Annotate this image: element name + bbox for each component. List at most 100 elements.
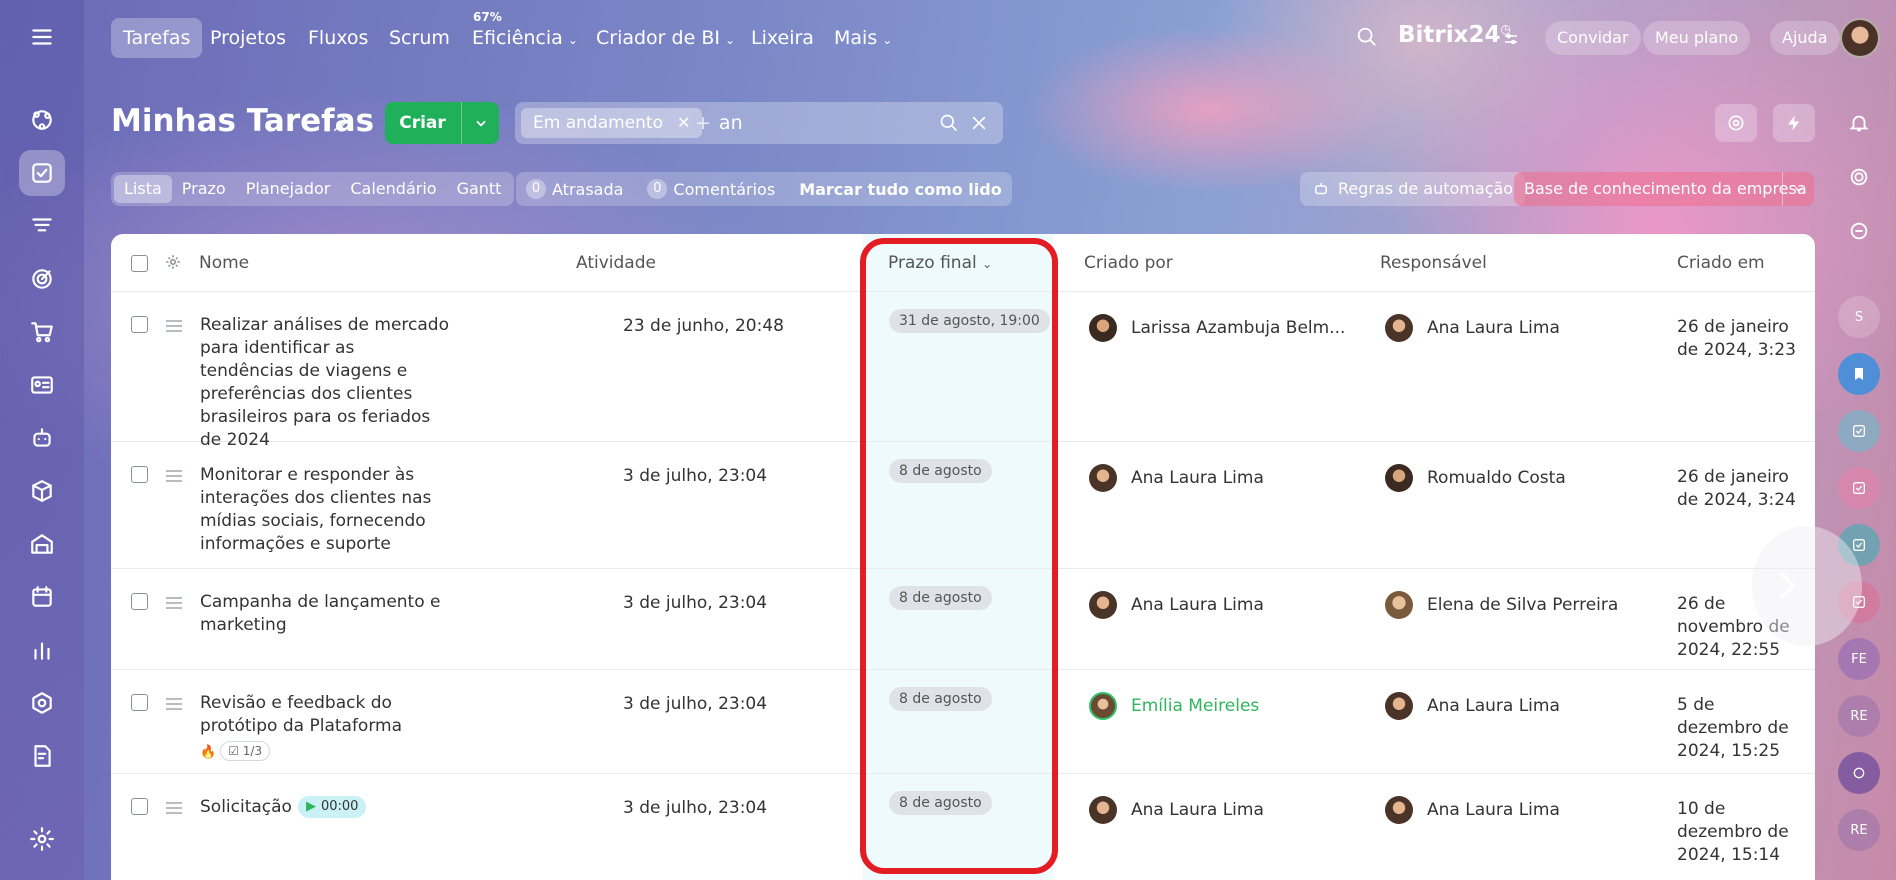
column-activity[interactable]: Atividade (576, 253, 656, 273)
search-input[interactable]: + an (695, 102, 743, 144)
contact-card-icon[interactable] (19, 362, 65, 408)
column-created-by[interactable]: Criado por (1084, 253, 1173, 273)
chat-icon[interactable] (1838, 210, 1880, 252)
chevron-down-icon[interactable] (1782, 172, 1814, 206)
create-button[interactable]: Criar (385, 102, 499, 144)
responsible[interactable]: Romualdo Costa (1385, 464, 1566, 492)
nav-flows[interactable]: Fluxos (296, 18, 380, 58)
avatar[interactable]: FE (1838, 638, 1880, 680)
my-plan-button[interactable]: Meu plano (1643, 21, 1751, 55)
task-name[interactable]: Solicitação ▶ 00:00 (200, 796, 450, 819)
search-icon[interactable] (1356, 26, 1378, 48)
row-checkbox[interactable] (131, 798, 148, 815)
created-by[interactable]: Emília Meireles (1089, 692, 1259, 720)
checklist-badge[interactable]: ☑ 1/3 (220, 741, 271, 761)
drag-handle-icon[interactable] (166, 470, 182, 485)
close-icon[interactable] (969, 113, 989, 133)
task-chat-icon[interactable] (1838, 467, 1880, 509)
robot-icon[interactable] (19, 415, 65, 461)
task-name[interactable]: Realizar análises de mercado para identi… (200, 314, 450, 452)
avatar[interactable]: RE (1838, 809, 1880, 851)
mark-all-read-button[interactable]: Marcar tudo como lido (799, 180, 1002, 199)
cart-icon[interactable] (19, 309, 65, 355)
pin-icon[interactable] (332, 115, 350, 133)
created-by[interactable]: Ana Laura Lima (1089, 591, 1264, 619)
copilot-icon[interactable] (1838, 156, 1880, 198)
help-button[interactable]: Ajuda (1770, 21, 1840, 55)
nav-trash[interactable]: Lixeira (739, 18, 826, 58)
comments-filter[interactable]: Comentários (673, 180, 775, 199)
tab-deadline[interactable]: Prazo (172, 175, 236, 203)
docs-sign-icon[interactable] (19, 733, 65, 779)
box-icon[interactable] (19, 468, 65, 514)
drag-handle-icon[interactable] (166, 802, 182, 817)
calendar-icon[interactable] (19, 574, 65, 620)
automation-quick-button[interactable] (1773, 104, 1815, 142)
settings-button[interactable] (1715, 104, 1757, 142)
tab-calendar[interactable]: Calendário (340, 175, 446, 203)
responsible[interactable]: Ana Laura Lima (1385, 314, 1560, 342)
create-dropdown[interactable] (461, 102, 499, 144)
row-checkbox[interactable] (131, 694, 148, 711)
avatar[interactable]: S (1838, 296, 1880, 338)
analytics-icon[interactable] (19, 627, 65, 673)
nav-efficiency[interactable]: Eficiência ⌄ (460, 18, 590, 58)
drag-handle-icon[interactable] (166, 320, 182, 335)
task-name[interactable]: Revisão e feedback do protótipo da Plata… (200, 692, 450, 764)
warehouse-icon[interactable] (19, 521, 65, 567)
column-name[interactable]: Nome (199, 253, 249, 273)
task-name[interactable]: Monitorar e responder às interações dos … (200, 464, 450, 556)
tasks-icon[interactable] (19, 150, 65, 196)
row-checkbox[interactable] (131, 466, 148, 483)
user-avatar[interactable] (1840, 18, 1880, 58)
tab-planner[interactable]: Planejador (236, 175, 341, 203)
nav-scrum[interactable]: Scrum (377, 18, 462, 58)
search-icon[interactable] (939, 113, 959, 133)
nav-efficiency-label: Eficiência (472, 27, 563, 49)
responsible[interactable]: Ana Laura Lima (1385, 796, 1560, 824)
row-checkbox[interactable] (131, 316, 148, 333)
responsible[interactable]: Elena de Silva Perreira (1385, 591, 1618, 619)
created-by[interactable]: Ana Laura Lima (1089, 796, 1264, 824)
nav-tasks[interactable]: Tarefas (111, 18, 203, 58)
sliders-icon[interactable] (1502, 30, 1520, 48)
select-all-checkbox[interactable] (131, 255, 148, 272)
nav-projects[interactable]: Projetos (198, 18, 298, 58)
overdue-filter[interactable]: Atrasada (552, 180, 623, 199)
knowledge-base-button[interactable]: Base de conhecimento da empresa (1514, 172, 1814, 206)
row-checkbox[interactable] (131, 593, 148, 610)
goals-icon[interactable] (19, 256, 65, 302)
feed-icon[interactable] (19, 97, 65, 143)
created-by[interactable]: Ana Laura Lima (1089, 464, 1264, 492)
gear-icon[interactable] (164, 253, 182, 271)
column-responsible[interactable]: Responsável (1380, 253, 1487, 273)
scroll-right-button[interactable] (1752, 526, 1862, 646)
filter-chip[interactable]: Em andamento ✕ (521, 108, 703, 138)
chevron-down-icon: ⌄ (882, 33, 893, 47)
filter-search[interactable]: Em andamento ✕ + an (515, 102, 1003, 144)
tab-gantt[interactable]: Gantt (447, 175, 512, 203)
created-by[interactable]: Larissa Azambuja Belm... (1089, 314, 1345, 342)
automation-rules-button[interactable]: Regras de automação (1300, 172, 1526, 206)
crm-funnel-icon[interactable] (19, 203, 65, 249)
brand-logo[interactable]: Bitrix24◷ (1398, 22, 1511, 48)
bell-icon[interactable] (1838, 102, 1880, 144)
column-created-on[interactable]: Criado em (1677, 253, 1765, 273)
bookmark-icon[interactable] (1838, 353, 1880, 395)
task-name[interactable]: Campanha de lançamento e marketing (200, 591, 450, 637)
avatar[interactable]: RE (1838, 695, 1880, 737)
drag-handle-icon[interactable] (166, 597, 182, 612)
nav-more[interactable]: Mais ⌄ (822, 18, 904, 58)
copilot-icon[interactable] (1838, 752, 1880, 794)
nav-bi-builder[interactable]: Criador de BI ⌄ (584, 18, 747, 58)
menu-icon[interactable] (19, 14, 65, 60)
invite-button[interactable]: Convidar (1545, 21, 1641, 55)
close-icon[interactable]: ✕ (677, 113, 690, 132)
sites-icon[interactable] (19, 680, 65, 726)
drag-handle-icon[interactable] (166, 698, 182, 713)
tab-list[interactable]: Lista (114, 175, 172, 203)
responsible[interactable]: Ana Laura Lima (1385, 692, 1560, 720)
settings-icon[interactable] (19, 816, 65, 862)
timer-badge[interactable]: ▶ 00:00 (297, 796, 367, 818)
task-chat-icon[interactable] (1838, 410, 1880, 452)
